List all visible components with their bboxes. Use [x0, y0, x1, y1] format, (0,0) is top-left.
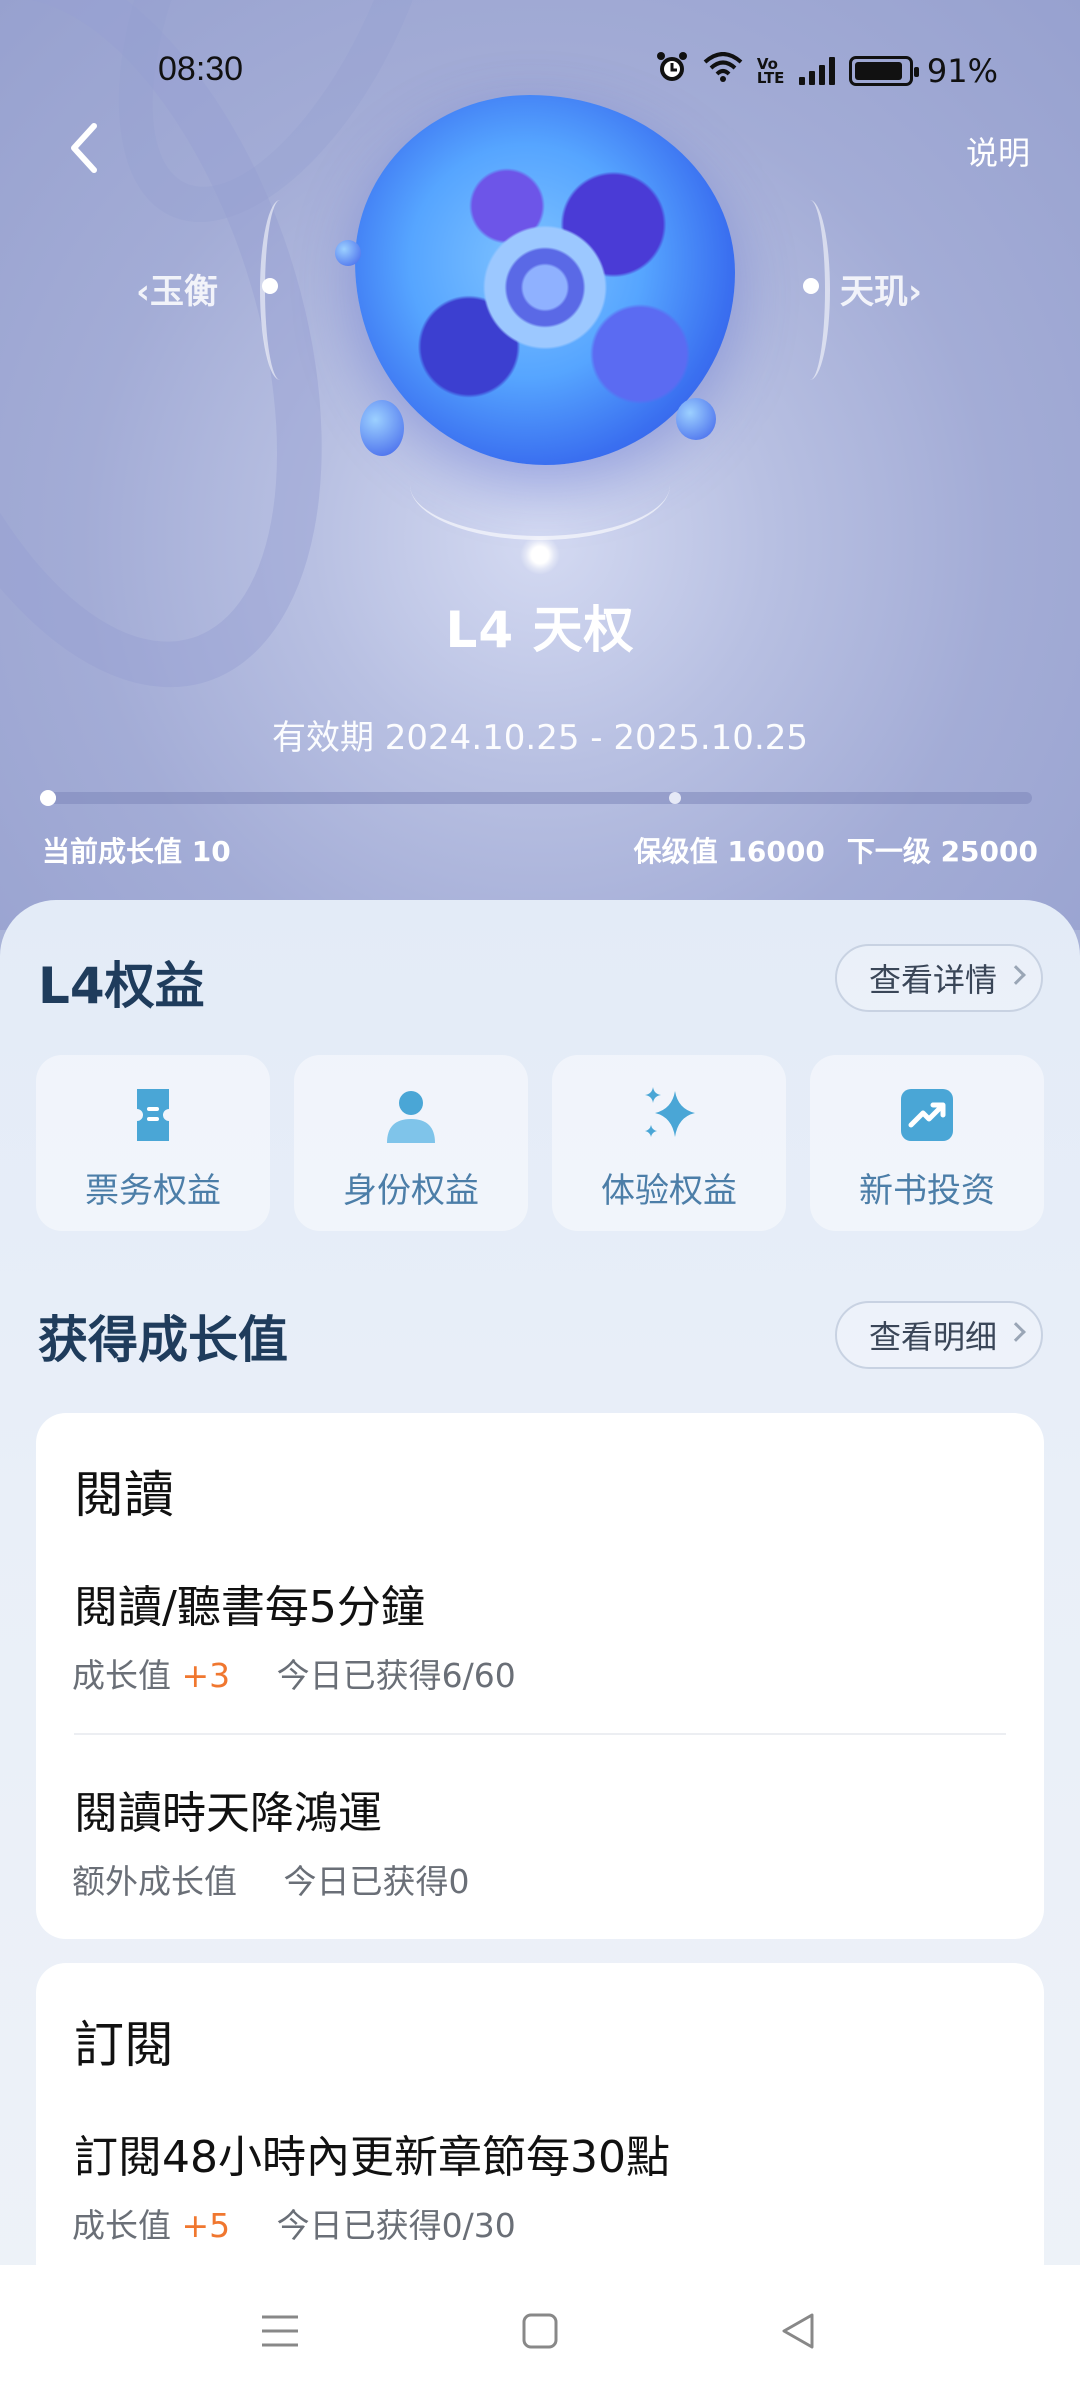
- battery-percent: 91%: [926, 52, 998, 90]
- sparkle-icon: [639, 1085, 699, 1145]
- task-reward: 成长值 +3 今日已获得6/60: [72, 1649, 516, 1697]
- task-title: 閱讀時天降鴻運: [74, 1788, 382, 1839]
- menu-icon: [262, 2315, 298, 2347]
- home-square-icon: [522, 2313, 558, 2349]
- growth-progress-bar: [40, 790, 1032, 806]
- reward-prefix: 额外成长值: [72, 1862, 237, 1901]
- glow-arc: [410, 430, 670, 540]
- system-navigation-bar: [0, 2265, 1080, 2400]
- validity-period: 有效期 2024.10.25 - 2025.10.25: [271, 718, 809, 758]
- alarm-icon: [655, 50, 689, 92]
- view-growth-details-button[interactable]: 查看明细: [834, 1301, 1043, 1369]
- current-growth-value: 当前成长值 10: [42, 835, 231, 868]
- benefit-label: 身份权益: [343, 1171, 479, 1211]
- signal-icon: [798, 57, 835, 85]
- subscription-card: 訂閱 訂閱48小時內更新章節每30點 成长值 +5 今日已获得0/30: [36, 1963, 1044, 2293]
- sparkle-glow-icon: [520, 535, 560, 575]
- reward-prefix: 成长值: [72, 1656, 171, 1695]
- view-benefit-details-button[interactable]: 查看详情: [834, 944, 1043, 1012]
- reading-card: 閱讀 閱讀/聽書每5分鐘 成长值 +3 今日已获得6/60 閱讀時天降鴻運 额外…: [36, 1413, 1044, 1939]
- level-thresholds: 保级值 16000 下一级 25000: [634, 830, 1038, 870]
- growth-progress-indicator: [40, 790, 57, 806]
- prev-level-link[interactable]: ‹玉衡: [136, 264, 218, 313]
- back-triangle-icon: [782, 2313, 814, 2349]
- orbit-dot: [803, 278, 819, 294]
- chevron-left-icon: ‹: [136, 272, 151, 312]
- ticket-icon: [123, 1085, 183, 1145]
- task-reward: 成长值 +5 今日已获得0/30: [72, 2199, 516, 2247]
- divider: [74, 1733, 1006, 1735]
- benefit-grid: 票务权益 身份权益 体验权益 新书投资: [36, 1055, 1044, 1231]
- status-icons: Vo LTE 91%: [655, 50, 998, 92]
- benefit-experience[interactable]: 体验权益: [552, 1055, 786, 1231]
- trend-up-icon: [897, 1085, 957, 1145]
- chevron-right-icon: [1006, 1322, 1026, 1342]
- next-level-link[interactable]: 天玑›: [840, 264, 922, 313]
- orbit-dot: [262, 278, 278, 294]
- person-icon: [381, 1085, 441, 1145]
- today-earned: 今日已获得0/30: [276, 2206, 516, 2245]
- view-details-label: 查看明细: [868, 1318, 997, 1356]
- orb-droplet: [335, 240, 361, 266]
- explain-link[interactable]: 说明: [966, 128, 1030, 174]
- chevron-right-icon: [1006, 965, 1026, 985]
- view-details-label: 查看详情: [868, 961, 997, 999]
- benefit-ticket[interactable]: 票务权益: [36, 1055, 270, 1231]
- reward-plus-value: +3: [181, 1656, 231, 1695]
- benefit-label: 体验权益: [601, 1171, 737, 1211]
- back-nav-button[interactable]: [776, 2309, 820, 2357]
- battery-icon: [848, 56, 919, 86]
- level-title: L4 天权: [445, 601, 635, 659]
- reward-prefix: 成长值: [72, 2206, 171, 2245]
- level-hero: 08:30 Vo LTE 91% 说明 ‹玉衡 天玑› L4 天权 有效期 20…: [0, 0, 1080, 930]
- keep-level-value: 保级值 16000: [633, 835, 825, 868]
- benefits-heading: L4权益: [38, 957, 205, 1015]
- benefit-identity[interactable]: 身份权益: [294, 1055, 528, 1231]
- reward-plus-value: +5: [181, 2206, 231, 2245]
- chevron-right-icon: ›: [908, 272, 923, 312]
- volte-icon: Vo LTE: [756, 55, 785, 87]
- benefit-label: 票务权益: [85, 1171, 221, 1211]
- orb-droplet: [360, 400, 404, 456]
- task-title: 閱讀/聽書每5分鐘: [74, 1582, 425, 1633]
- next-level-label: 天玑: [840, 272, 908, 312]
- today-earned: 今日已获得0: [283, 1862, 470, 1901]
- wifi-icon: [703, 52, 743, 90]
- menu-button[interactable]: [258, 2309, 302, 2357]
- screen: 08:30 Vo LTE 91% 说明 ‹玉衡 天玑› L4 天权 有效期 20…: [0, 0, 1080, 2400]
- task-title: 訂閱48小時內更新章節每30點: [74, 2132, 670, 2183]
- status-time: 08:30: [158, 50, 244, 88]
- next-level-value: 下一级 25000: [846, 835, 1038, 868]
- chevron-left-icon: [71, 123, 97, 173]
- keep-level-marker: [668, 792, 681, 804]
- card-title: 閱讀: [74, 1466, 174, 1524]
- card-title: 訂閱: [74, 2016, 174, 2074]
- home-button[interactable]: [518, 2309, 562, 2357]
- orb-droplet: [676, 398, 716, 440]
- back-button[interactable]: [60, 118, 110, 178]
- benefit-label: 新书投资: [859, 1171, 995, 1211]
- growth-heading: 获得成长值: [38, 1311, 288, 1369]
- today-earned: 今日已获得6/60: [276, 1656, 516, 1695]
- benefit-new-book-investment[interactable]: 新书投资: [810, 1055, 1044, 1231]
- prev-level-label: 玉衡: [150, 272, 219, 312]
- task-reward: 额外成长值 今日已获得0: [72, 1855, 470, 1903]
